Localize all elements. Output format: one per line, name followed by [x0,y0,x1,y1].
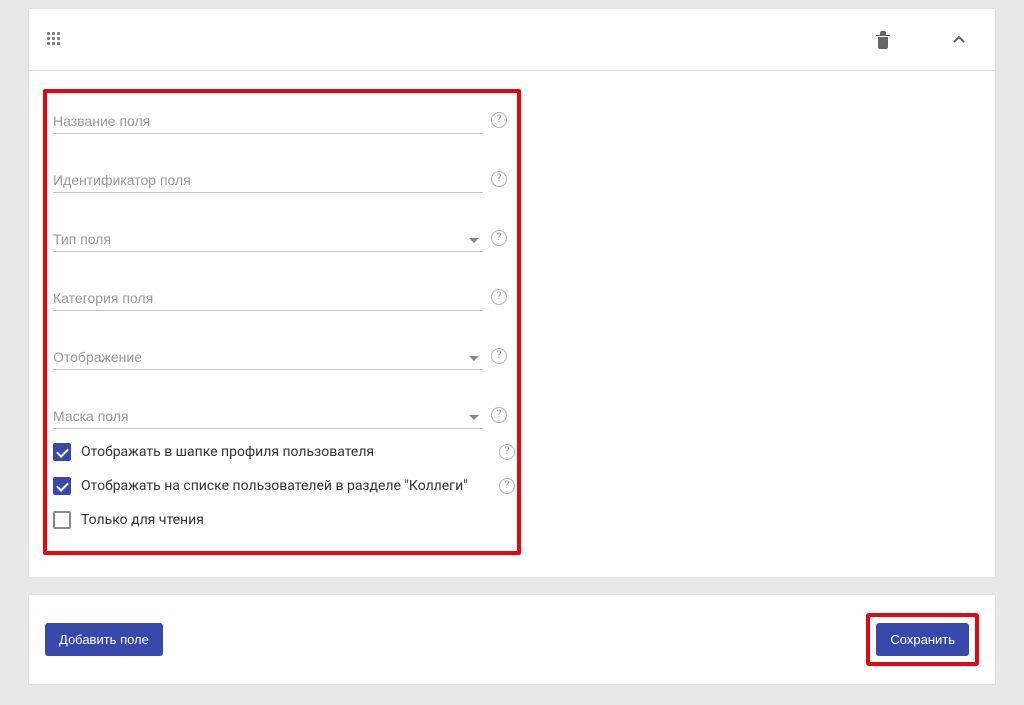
checkbox-row-readonly: Только для чтения [53,503,515,537]
field-category-input[interactable] [53,286,483,311]
card-header [29,9,995,71]
help-icon[interactable]: ? [491,171,507,187]
checkbox-readonly[interactable] [53,511,71,529]
help-icon[interactable]: ? [491,289,507,305]
field-row-display: ? [53,335,515,376]
help-icon[interactable]: ? [499,478,515,494]
delete-button[interactable] [865,22,901,58]
help-icon[interactable]: ? [499,444,515,460]
save-button[interactable]: Сохранить [876,623,969,656]
field-name-input[interactable] [53,109,483,134]
help-icon[interactable]: ? [491,230,507,246]
checkbox-show-in-colleagues[interactable] [53,477,71,495]
card-body: ? ? ? [29,71,995,577]
footer-bar: Добавить поле Сохранить [28,594,996,685]
add-field-button[interactable]: Добавить поле [45,623,163,656]
drag-handle-icon[interactable] [47,32,63,48]
checkbox-show-in-header[interactable] [53,443,71,461]
field-display-select[interactable] [53,345,483,370]
field-identifier-input[interactable] [53,168,483,193]
field-type-select[interactable] [53,227,483,252]
field-row-category: ? [53,276,515,317]
save-highlight: Сохранить [866,613,979,666]
field-row-type: ? [53,217,515,258]
help-icon[interactable]: ? [491,112,507,128]
collapse-button[interactable] [941,22,977,58]
field-editor-card: ? ? ? [28,8,996,578]
checkbox-label: Только для чтения [81,512,515,528]
help-icon[interactable]: ? [491,348,507,364]
field-row-mask: ? [53,394,515,435]
field-row-identifier: ? [53,158,515,199]
help-icon[interactable]: ? [491,407,507,423]
chevron-up-icon [952,33,966,47]
checkbox-row-header: Отображать в шапке профиля пользователя … [53,435,515,469]
checkbox-label: Отображать на списке пользователей в раз… [81,478,489,494]
field-mask-select[interactable] [53,404,483,429]
form-highlight: ? ? ? [43,89,521,555]
checkbox-row-colleagues: Отображать на списке пользователей в раз… [53,469,515,503]
trash-icon [875,31,891,49]
field-row-name: ? [53,99,515,140]
checkbox-label: Отображать в шапке профиля пользователя [81,444,489,460]
